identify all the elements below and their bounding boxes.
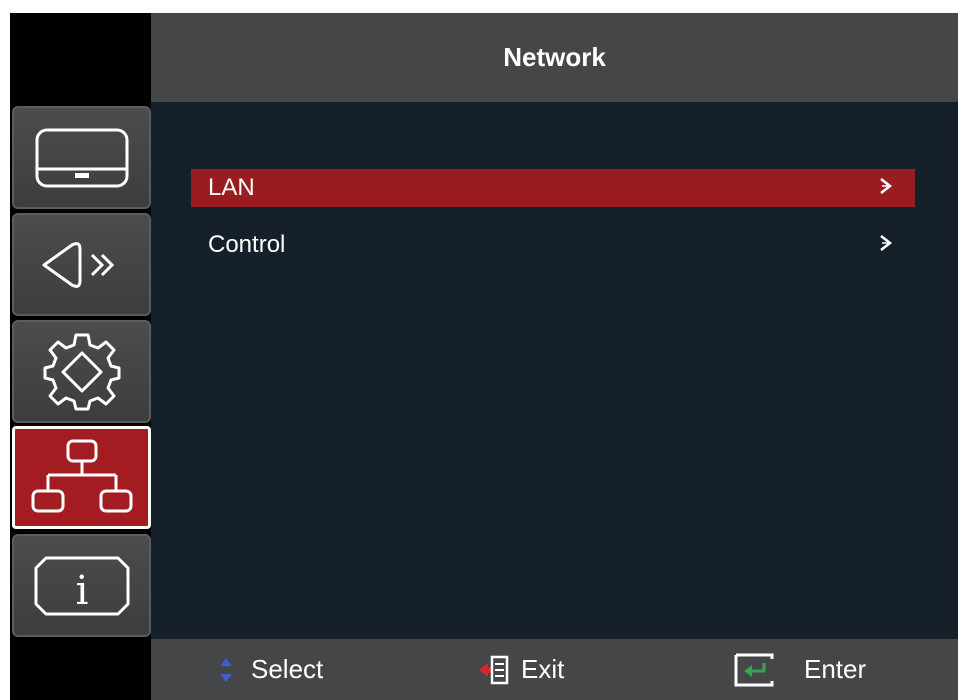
header-bar: Network bbox=[151, 13, 958, 102]
sidebar-item-setup[interactable] bbox=[12, 320, 151, 423]
footer-hint-bar: Select Exit Enter bbox=[151, 639, 958, 700]
network-icon bbox=[30, 437, 134, 519]
chevron-right-icon bbox=[879, 231, 893, 259]
chevron-right-icon bbox=[879, 174, 893, 202]
gear-icon bbox=[39, 329, 125, 415]
menu-item-lan[interactable]: LAN bbox=[191, 169, 915, 207]
sidebar: i bbox=[10, 106, 151, 641]
hint-exit: Exit bbox=[479, 639, 564, 700]
speaker-icon bbox=[36, 235, 128, 295]
page-title: Network bbox=[503, 42, 606, 72]
hint-select: Select bbox=[219, 639, 323, 700]
enter-label: Enter bbox=[804, 654, 867, 684]
sidebar-item-network[interactable] bbox=[12, 426, 151, 529]
osd-menu: Network i LAN Control Select Exit Enter bbox=[10, 13, 958, 700]
enter-icon bbox=[734, 653, 804, 687]
sidebar-item-display[interactable] bbox=[12, 106, 151, 209]
select-label: Select bbox=[251, 654, 324, 684]
menu-item-label: Control bbox=[208, 231, 286, 258]
svg-text:i: i bbox=[75, 568, 88, 614]
exit-label: Exit bbox=[521, 654, 565, 684]
content-panel: LAN Control bbox=[151, 102, 958, 639]
sidebar-item-audio[interactable] bbox=[12, 213, 151, 316]
menu-item-control[interactable]: Control bbox=[191, 226, 915, 264]
info-icon: i bbox=[32, 554, 132, 618]
exit-icon bbox=[479, 655, 521, 685]
menu-item-label: LAN bbox=[208, 174, 255, 201]
up-down-arrows-icon bbox=[219, 657, 251, 683]
sidebar-item-info[interactable]: i bbox=[12, 534, 151, 637]
hint-enter: Enter bbox=[734, 639, 866, 700]
monitor-icon bbox=[34, 127, 130, 189]
